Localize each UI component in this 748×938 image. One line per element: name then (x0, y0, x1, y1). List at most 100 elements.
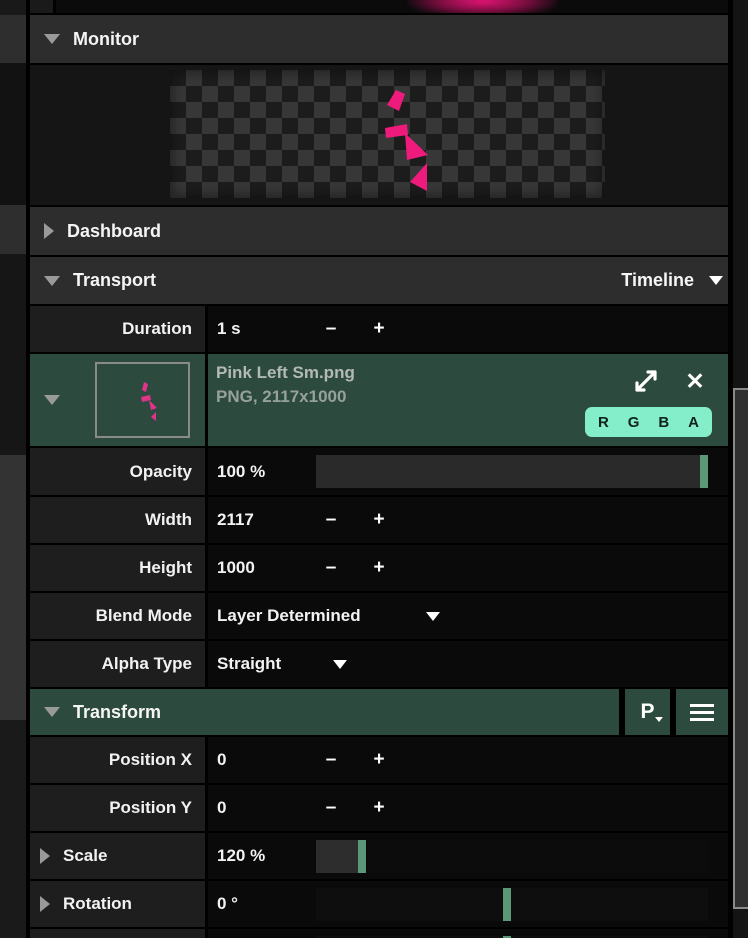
opacity-label-cell: Opacity (30, 448, 205, 495)
position-y-row: Position Y 0 – + (30, 785, 728, 831)
alpha-type-dropdown[interactable]: Straight (208, 654, 281, 674)
rotation-value[interactable]: 0 ° (208, 894, 238, 914)
scale-row: Scale 120 % (30, 833, 728, 879)
transform-section-header[interactable]: Transform P (30, 689, 728, 735)
position-x-decrement-button[interactable]: – (318, 737, 344, 783)
layer-meta: PNG, 2117x1000 (216, 387, 346, 407)
section-title: Monitor (73, 29, 139, 50)
opacity-row: Opacity 100 % (30, 448, 728, 495)
opacity-value[interactable]: 100 % (208, 462, 265, 482)
expand-view-button[interactable] (632, 367, 660, 395)
position-x-value[interactable]: 0 (208, 750, 226, 770)
height-increment-button[interactable]: + (366, 545, 392, 591)
channel-a-button[interactable]: A (688, 414, 699, 431)
left-edge-segment (0, 63, 26, 205)
duration-value[interactable]: 1 s (208, 319, 241, 339)
position-y-decrement-button[interactable]: – (318, 785, 344, 831)
channel-g-button[interactable]: G (628, 414, 640, 431)
height-row: Height 1000 – + (30, 545, 728, 591)
rotation-value-cell: 0 ° (208, 881, 728, 927)
scale-slider-handle[interactable] (358, 840, 366, 873)
scrollbar-thumb[interactable] (733, 388, 748, 909)
scale-label-cell: Scale (30, 833, 205, 879)
alpha-type-row: Alpha Type Straight (30, 641, 728, 687)
transport-section-header[interactable]: Transport Timeline (30, 257, 728, 304)
position-y-value[interactable]: 0 (208, 798, 226, 818)
position-y-label: Position Y (109, 798, 205, 818)
blend-mode-row: Blend Mode Layer Determined (30, 593, 728, 639)
duration-increment-button[interactable]: + (366, 306, 392, 352)
parameter-keyframe-button[interactable]: P (625, 689, 670, 735)
monitor-section-header[interactable]: Monitor (30, 15, 728, 63)
width-increment-button[interactable]: + (366, 497, 392, 543)
alpha-type-value-cell: Straight (208, 641, 728, 687)
scale-slider[interactable] (316, 840, 708, 873)
remove-layer-button[interactable]: ✕ (680, 366, 710, 396)
collapse-triangle-icon[interactable] (44, 34, 60, 44)
height-value[interactable]: 1000 (208, 558, 255, 578)
chevron-down-icon[interactable] (333, 660, 347, 669)
next-row-label-cell (30, 929, 205, 938)
pink-shapes-artwork (170, 70, 605, 198)
opacity-slider[interactable] (316, 455, 708, 488)
dashboard-section-header[interactable]: Dashboard (30, 207, 728, 255)
position-x-increment-button[interactable]: + (366, 737, 392, 783)
expand-triangle-icon[interactable] (44, 223, 54, 239)
width-row: Width 2117 – + (30, 497, 728, 543)
rotation-slider[interactable] (316, 888, 708, 921)
properties-panel-screen: { "colors":{"accent_green":"#2d4a3e","mi… (0, 0, 748, 938)
collapse-triangle-icon[interactable] (44, 707, 60, 717)
section-title: Dashboard (67, 221, 161, 242)
timeline-mode-dropdown[interactable]: Timeline (621, 270, 728, 291)
top-panel-sliver (30, 0, 728, 13)
expand-diagonal-icon (633, 368, 659, 394)
opacity-slider-handle[interactable] (700, 455, 708, 488)
hamburger-menu-icon (690, 704, 714, 721)
channel-r-button[interactable]: R (598, 414, 609, 431)
left-edge-segment (0, 720, 26, 938)
width-label-cell: Width (30, 497, 205, 543)
position-y-label-cell: Position Y (30, 785, 205, 831)
blend-mode-dropdown[interactable]: Layer Determined (208, 606, 361, 626)
width-value[interactable]: 2117 (208, 510, 254, 530)
position-y-increment-button[interactable]: + (366, 785, 392, 831)
section-title: Transform (73, 702, 161, 723)
width-label: Width (145, 510, 205, 530)
position-x-label-cell: Position X (30, 737, 205, 783)
height-value-cell: 1000 – + (208, 545, 728, 591)
position-x-label: Position X (109, 750, 205, 770)
rotation-slider-handle[interactable] (503, 888, 511, 921)
rotation-label-cell: Rotation (30, 881, 205, 927)
left-scrollbar-thumb[interactable] (0, 455, 26, 720)
duration-row: Duration 1 s – + (30, 306, 728, 352)
expand-triangle-icon[interactable] (40, 848, 50, 864)
collapse-triangle-icon[interactable] (44, 395, 60, 405)
expand-triangle-icon[interactable] (40, 896, 50, 912)
position-x-value-cell: 0 – + (208, 737, 728, 783)
scale-value[interactable]: 120 % (208, 846, 265, 866)
panel-scrollbar[interactable] (733, 0, 748, 938)
alpha-type-label-cell: Alpha Type (30, 641, 205, 687)
position-x-row: Position X 0 – + (30, 737, 728, 783)
top-panel-corner (30, 0, 56, 13)
left-panel-edge (0, 0, 26, 938)
monitor-viewport (30, 65, 728, 205)
height-label: Height (139, 558, 205, 578)
layer-thumbnail[interactable] (95, 362, 190, 438)
blend-mode-value-cell: Layer Determined (208, 593, 728, 639)
collapse-triangle-icon[interactable] (44, 276, 60, 286)
channel-b-button[interactable]: B (658, 414, 669, 431)
opacity-value-cell: 100 % (208, 448, 728, 495)
duration-decrement-button[interactable]: – (318, 306, 344, 352)
alpha-type-label: Alpha Type (102, 654, 205, 674)
width-decrement-button[interactable]: – (318, 497, 344, 543)
chevron-down-icon[interactable] (426, 612, 440, 621)
opacity-label: Opacity (130, 462, 205, 482)
height-decrement-button[interactable]: – (318, 545, 344, 591)
duration-value-cell: 1 s – + (208, 306, 728, 352)
transform-menu-button[interactable] (676, 689, 728, 735)
left-edge-segment (0, 254, 26, 455)
left-edge-segment (0, 205, 26, 254)
channel-toggle-group: R G B A (585, 407, 712, 437)
layer-header-row[interactable]: Pink Left Sm.png PNG, 2117x1000 ✕ R G B … (30, 354, 728, 446)
